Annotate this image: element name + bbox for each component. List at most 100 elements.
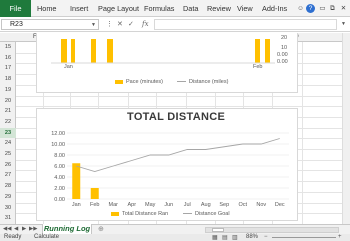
- legend-label: Distance Goal: [195, 211, 230, 217]
- insert-function-icon[interactable]: fx: [142, 20, 149, 28]
- y-tick-label: 2.00: [54, 186, 65, 192]
- close-icon[interactable]: ✕: [339, 4, 348, 13]
- pace-bar: [61, 39, 67, 63]
- x-tick-label: Apr: [127, 202, 136, 208]
- tab-home[interactable]: Home: [37, 0, 56, 17]
- tab-review[interactable]: Review: [207, 0, 231, 17]
- tab-formulas[interactable]: Formulas: [144, 0, 174, 17]
- y-tick-label: 10.00: [51, 142, 65, 148]
- formula-input[interactable]: [154, 19, 337, 30]
- x-tick-label: Jul: [184, 202, 191, 208]
- row-header: 15 16 17 18 19 20 21 22 23 24 25 26 27 28 29 30 31: [0, 42, 16, 224]
- x-tick-label: May: [145, 202, 156, 208]
- row-header-23[interactable]: 23: [0, 127, 16, 139]
- restore-icon[interactable]: ⧉: [328, 4, 337, 13]
- x-tick-label: Jun: [164, 202, 173, 208]
- page-break-view-icon[interactable]: ▥: [232, 234, 238, 241]
- enter-icon[interactable]: ✓: [128, 20, 134, 28]
- normal-view-icon[interactable]: ▦: [212, 234, 218, 241]
- tab-page-layout[interactable]: Page Layout: [98, 0, 139, 17]
- tab-insert[interactable]: Insert: [70, 0, 88, 17]
- row-header-21[interactable]: 21: [0, 106, 16, 117]
- x-tick-label: Oct: [238, 202, 247, 208]
- pace-chart-plot: [51, 39, 275, 64]
- pace-bar: [265, 39, 270, 63]
- zoom-level[interactable]: 88%: [246, 234, 258, 240]
- y-tick-label: 0.00: [54, 197, 65, 203]
- y-tick-label: 4.00: [54, 175, 65, 181]
- row-header-31[interactable]: 31: [0, 213, 16, 224]
- status-calculate[interactable]: Calculate: [34, 234, 59, 240]
- x-tick-label: Jan: [64, 64, 73, 70]
- help-icon[interactable]: ?: [306, 4, 315, 13]
- zoom-slider[interactable]: [272, 237, 336, 238]
- horizontal-scrollbar[interactable]: [205, 227, 339, 233]
- gridline: [16, 95, 342, 97]
- expand-formula-icon[interactable]: ▼: [341, 21, 346, 27]
- legend-swatch: [115, 79, 123, 84]
- status-bar: Ready Calculate ▦ ▤ ▥ 88% − +: [0, 234, 350, 241]
- y2-tick-label: 0.00: [277, 59, 288, 65]
- cancel-icon[interactable]: ✕: [117, 20, 123, 28]
- vertical-scrollbar[interactable]: [342, 33, 350, 224]
- bar-feb: [90, 188, 99, 199]
- tab-view[interactable]: View: [237, 0, 253, 17]
- zoom-in-icon[interactable]: +: [338, 234, 342, 240]
- minimize-ribbon-icon[interactable]: ▭: [318, 4, 327, 13]
- y-tick-label: 8.00: [54, 153, 65, 159]
- row-header-26[interactable]: 26: [0, 160, 16, 171]
- page-layout-view-icon[interactable]: ▤: [222, 234, 228, 241]
- tab-data[interactable]: Data: [183, 0, 198, 17]
- x-tick-label: Aug: [201, 202, 211, 208]
- chevron-down-icon[interactable]: ▼: [91, 20, 96, 30]
- status-ready: Ready: [4, 234, 22, 240]
- name-box[interactable]: R23 ▼: [1, 19, 99, 30]
- row-header-29[interactable]: 29: [0, 192, 16, 203]
- name-box-value: R23: [10, 21, 23, 28]
- row-header-30[interactable]: 30: [0, 203, 16, 214]
- tab-add-ins[interactable]: Add-Ins: [262, 0, 287, 17]
- row-header-27[interactable]: 27: [0, 170, 16, 181]
- legend-swatch: [111, 211, 119, 216]
- y2-tick-label: 0.00: [277, 52, 288, 58]
- smiley-icon[interactable]: ☺: [296, 4, 305, 13]
- row-header-25[interactable]: 25: [0, 149, 16, 160]
- last-sheet-icon[interactable]: ▶▶: [29, 226, 37, 232]
- row-header-20[interactable]: 20: [0, 96, 16, 107]
- row-header-15[interactable]: 15: [0, 42, 16, 53]
- y2-tick-label: 20: [281, 35, 288, 41]
- pace-bar: [107, 39, 113, 63]
- ribbon: File Home Insert Page Layout Formulas Da…: [0, 0, 350, 17]
- total-distance-chart[interactable]: TOTAL DISTANCE 12.00 10.00 8.00 6.00 4.00 2.0…: [36, 108, 298, 221]
- file-tab[interactable]: File: [0, 0, 31, 17]
- prev-sheet-icon[interactable]: ◀: [14, 226, 18, 232]
- next-sheet-icon[interactable]: ▶: [22, 226, 26, 232]
- row-header-24[interactable]: 24: [0, 138, 16, 149]
- row-header-16[interactable]: 16: [0, 53, 16, 64]
- pace-chart[interactable]: Jan Feb 20 10 0.00 0.00 Pace (minutes) D…: [36, 33, 298, 93]
- legend-distance-goal: Distance Goal: [183, 211, 230, 217]
- pace-bar: [255, 39, 260, 63]
- x-tick-label: Sep: [219, 202, 229, 208]
- row-header-28[interactable]: 28: [0, 181, 16, 192]
- x-tick-label: Feb: [253, 64, 263, 70]
- pace-bar: [71, 39, 75, 63]
- legend-pace: Pace (minutes): [115, 79, 163, 85]
- scroll-thumb[interactable]: [212, 228, 224, 232]
- legend-label: Pace (minutes): [126, 79, 163, 85]
- total-distance-plot: 12.00 10.00 8.00 6.00 4.00 2.00 0.00 Jan Feb Mar A…: [51, 131, 289, 208]
- legend-distance: Distance (miles): [177, 79, 228, 85]
- legend-label: Distance (miles): [189, 79, 229, 85]
- row-header-18[interactable]: 18: [0, 74, 16, 85]
- y-tick-label: 12.00: [51, 131, 65, 137]
- x-tick-label: Mar: [109, 202, 119, 208]
- add-sheet-icon[interactable]: ⊕: [98, 225, 104, 233]
- first-sheet-icon[interactable]: ◀◀: [3, 226, 11, 232]
- row-header-17[interactable]: 17: [0, 63, 16, 74]
- zoom-out-icon[interactable]: −: [264, 234, 268, 240]
- y-tick-label: 6.00: [54, 164, 65, 170]
- row-header-22[interactable]: 22: [0, 117, 16, 128]
- row-header-19[interactable]: 19: [0, 85, 16, 96]
- x-tick-label: Dec: [275, 202, 285, 208]
- x-tick-label: Feb: [90, 202, 99, 208]
